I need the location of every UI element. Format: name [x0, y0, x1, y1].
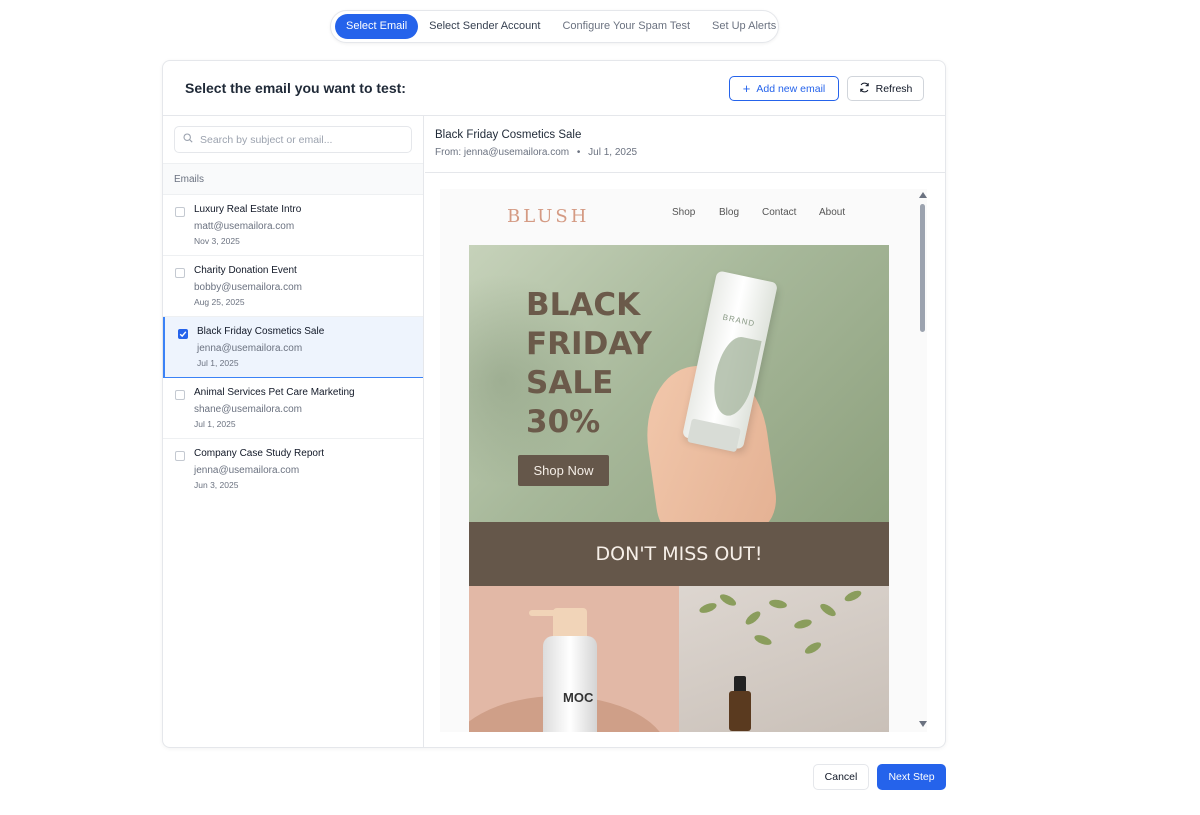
- email-date: Jul 1, 2025: [197, 358, 239, 368]
- email-nav-about[interactable]: About: [819, 207, 845, 218]
- hero-text-line: FRIDAY: [526, 326, 652, 362]
- email-subject: Animal Services Pet Care Marketing: [194, 387, 355, 398]
- email-subject: Black Friday Cosmetics Sale: [197, 326, 325, 337]
- scrollbar-thumb[interactable]: [920, 204, 925, 332]
- email-subject: Company Case Study Report: [194, 448, 325, 459]
- hero-banner: BLACK FRIDAY SALE 30% BRAND Shop Now: [469, 245, 889, 522]
- refresh-label: Refresh: [875, 82, 913, 95]
- email-selection-card: Select the email you want to test: + Add…: [162, 60, 946, 748]
- email-list-panel: Search by subject or email... Emails Lux…: [163, 116, 424, 747]
- card-header: Select the email you want to test: + Add…: [163, 61, 945, 116]
- email-sender: jenna@usemailora.com: [194, 465, 300, 476]
- brand-logo: BLUSH: [507, 206, 590, 227]
- email-header-nav: BLUSH Shop Blog Contact About: [440, 189, 910, 244]
- leaf-sprig: [698, 601, 718, 615]
- email-nav-blog[interactable]: Blog: [719, 207, 739, 218]
- plus-icon: +: [742, 81, 751, 96]
- email-sender: bobby@usemailora.com: [194, 282, 302, 293]
- search-placeholder: Search by subject or email...: [200, 133, 333, 146]
- step-select-email[interactable]: Select Email: [335, 14, 419, 39]
- email-sender: matt@usemailora.com: [194, 221, 295, 232]
- email-list-item[interactable]: Animal Services Pet Care Marketing shane…: [163, 378, 423, 439]
- emails-list-heading: Emails: [163, 163, 423, 195]
- bottle-body: [543, 636, 597, 732]
- preview-subject: Black Friday Cosmetics Sale: [435, 129, 582, 141]
- serum-bottle-image: MOC: [469, 586, 679, 732]
- refresh-button[interactable]: Refresh: [847, 76, 924, 101]
- email-date: Jun 3, 2025: [194, 480, 239, 490]
- preview-from: From: jenna@usemailora.com: [435, 147, 570, 158]
- leaf-sprig: [793, 617, 813, 631]
- email-list: Luxury Real Estate Intro matt@usemailora…: [163, 195, 423, 500]
- check-icon: [179, 331, 187, 338]
- leaf-sprig: [843, 588, 863, 604]
- preview-date: Jul 1, 2025: [588, 147, 638, 158]
- email-checkbox-checked[interactable]: [178, 329, 188, 339]
- email-list-item[interactable]: Luxury Real Estate Intro matt@usemailora…: [163, 195, 423, 256]
- search-input[interactable]: Search by subject or email...: [174, 126, 412, 153]
- meta-separator-dot: •: [576, 147, 581, 158]
- hero-text-line: BLACK: [526, 287, 641, 323]
- hero-text-line: SALE: [526, 365, 614, 401]
- step-configure-spam-test[interactable]: Configure Your Spam Test: [551, 14, 701, 39]
- leaf-sprig: [818, 601, 838, 619]
- leaf-sprig: [743, 609, 763, 627]
- email-nav-shop[interactable]: Shop: [672, 207, 695, 218]
- email-nav-contact[interactable]: Contact: [762, 207, 796, 218]
- email-checkbox[interactable]: [175, 451, 185, 461]
- email-checkbox[interactable]: [175, 390, 185, 400]
- shop-now-button[interactable]: Shop Now: [518, 455, 609, 486]
- email-sender: shane@usemailora.com: [194, 404, 302, 415]
- email-list-item-selected[interactable]: Black Friday Cosmetics Sale jenna@usemai…: [163, 317, 423, 378]
- hero-text-line: 30%: [526, 404, 601, 440]
- next-step-button[interactable]: Next Step: [877, 764, 946, 790]
- preview-meta: From: jenna@usemailora.com • Jul 1, 2025: [435, 147, 637, 158]
- dont-miss-out-banner: DON'T MISS OUT!: [469, 522, 889, 586]
- email-preview-panel: Black Friday Cosmetics Sale From: jenna@…: [425, 116, 945, 747]
- leaf-sprig: [768, 598, 788, 610]
- email-list-item[interactable]: Charity Donation Event bobby@usemailora.…: [163, 256, 423, 317]
- scroll-up-arrow[interactable]: [919, 192, 927, 198]
- leaf-sprig: [753, 633, 773, 647]
- search-icon: [183, 133, 193, 146]
- email-date: Nov 3, 2025: [194, 236, 240, 246]
- email-list-item[interactable]: Company Case Study Report jenna@usemailo…: [163, 439, 423, 500]
- botanical-oil-image: [679, 586, 889, 732]
- scroll-down-arrow[interactable]: [919, 721, 927, 727]
- tube-brand-label: BRAND: [721, 312, 756, 329]
- step-select-sender-account[interactable]: Select Sender Account: [418, 14, 551, 39]
- email-sender: jenna@usemailora.com: [197, 343, 303, 354]
- email-checkbox[interactable]: [175, 207, 185, 217]
- email-render-frame[interactable]: BLUSH Shop Blog Contact About BLACK FRID…: [440, 189, 927, 732]
- email-subject: Luxury Real Estate Intro: [194, 204, 302, 215]
- step-progress-nav: Select Email Select Sender Account Confi…: [330, 10, 779, 43]
- bottle-label-text: MOC: [563, 691, 593, 705]
- dropper-bottle: [729, 691, 751, 731]
- email-date: Jul 1, 2025: [194, 419, 236, 429]
- email-checkbox[interactable]: [175, 268, 185, 278]
- refresh-icon: [859, 82, 870, 96]
- add-new-email-button[interactable]: + Add new email: [729, 76, 839, 101]
- add-new-email-label: Add new email: [756, 82, 826, 95]
- cancel-button[interactable]: Cancel: [813, 764, 869, 790]
- leaf-sprig: [803, 640, 823, 656]
- divider: [425, 172, 945, 173]
- email-date: Aug 25, 2025: [194, 297, 245, 307]
- page-title: Select the email you want to test:: [185, 80, 406, 96]
- step-set-up-alerts[interactable]: Set Up Alerts: [701, 14, 787, 39]
- email-subject: Charity Donation Event: [194, 265, 297, 276]
- leaf-sprig: [718, 592, 738, 608]
